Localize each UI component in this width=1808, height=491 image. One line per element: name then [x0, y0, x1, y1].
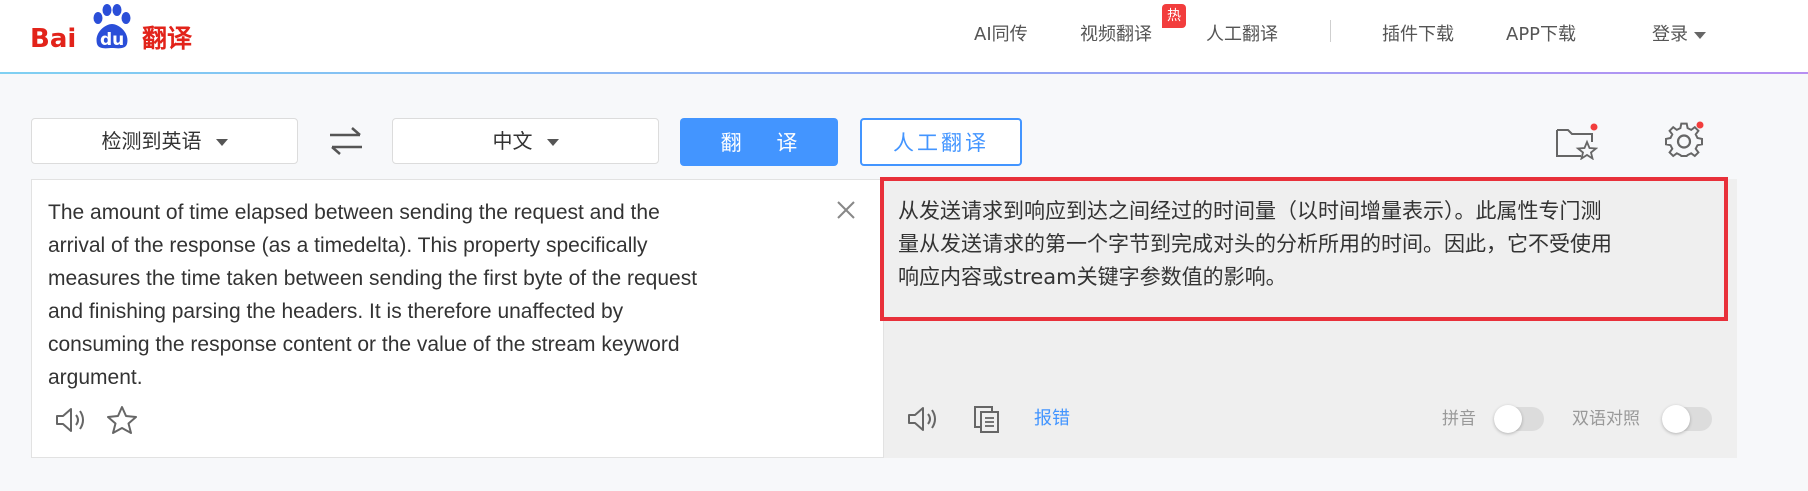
- translate-button[interactable]: 翻 译: [680, 118, 838, 166]
- bilingual-toggle[interactable]: [1662, 405, 1712, 433]
- report-error-link[interactable]: 报错: [1034, 405, 1070, 433]
- bilingual-label: 双语对照: [1572, 409, 1640, 429]
- chevron-down-icon: [215, 139, 228, 146]
- swap-languages-icon[interactable]: [326, 124, 366, 158]
- login-menu[interactable]: 登录: [1652, 20, 1706, 50]
- chevron-down-icon: [1694, 31, 1706, 39]
- nav-ai-simultaneous[interactable]: AI同传: [974, 20, 1028, 50]
- nav-human-translate[interactable]: 人工翻译: [1206, 20, 1278, 50]
- header-gradient-divider: [0, 72, 1808, 74]
- target-language-label: 中文: [492, 129, 533, 153]
- speaker-icon[interactable]: [54, 405, 88, 435]
- source-line: consuming the response content or the va…: [48, 333, 680, 356]
- source-language-select[interactable]: 检测到英语: [31, 118, 298, 164]
- logo-bai-text: Bai: [30, 24, 77, 54]
- pinyin-toggle[interactable]: [1494, 405, 1544, 433]
- nav-divider: [1330, 20, 1331, 42]
- logo-du-text: du: [100, 30, 125, 50]
- toggle-knob: [1494, 405, 1522, 433]
- nav-app-download[interactable]: APP下载: [1506, 20, 1576, 50]
- speaker-icon[interactable]: [906, 404, 940, 434]
- hot-badge: 热: [1162, 4, 1186, 28]
- target-language-select[interactable]: 中文: [392, 118, 659, 164]
- source-line: arrival of the response (as a timedelta)…: [48, 234, 648, 257]
- pinyin-label: 拼音: [1442, 409, 1476, 429]
- source-line: argument.: [48, 366, 143, 389]
- close-icon[interactable]: [834, 198, 858, 222]
- source-language-label: 检测到英语: [101, 129, 202, 153]
- login-label: 登录: [1652, 24, 1688, 45]
- toggle-knob: [1662, 405, 1690, 433]
- source-textarea[interactable]: The amount of time elapsed between sendi…: [48, 196, 818, 394]
- logo-fanyi-text: 翻译: [142, 24, 193, 53]
- human-translate-button[interactable]: 人工翻译: [860, 118, 1022, 166]
- nav-plugin-download[interactable]: 插件下载: [1382, 20, 1454, 50]
- nav-video-translate[interactable]: 视频翻译: [1080, 20, 1152, 50]
- copy-icon[interactable]: [972, 404, 1002, 434]
- source-line: measures the time taken between sending …: [48, 267, 698, 290]
- highlight-box: [880, 177, 1728, 321]
- source-line: The amount of time elapsed between sendi…: [48, 201, 660, 224]
- chevron-down-icon: [546, 139, 559, 146]
- gear-icon[interactable]: [1664, 120, 1704, 160]
- source-line: and finishing parsing the headers. It is…: [48, 300, 624, 323]
- favorites-folder-icon[interactable]: [1554, 122, 1598, 160]
- top-header: Bai du 翻译 AI同传 视频翻译 热 人工翻译 插件下载 APP下载 登录: [0, 0, 1808, 72]
- source-text-panel[interactable]: The amount of time elapsed between sendi…: [31, 179, 884, 458]
- star-icon[interactable]: [106, 405, 138, 435]
